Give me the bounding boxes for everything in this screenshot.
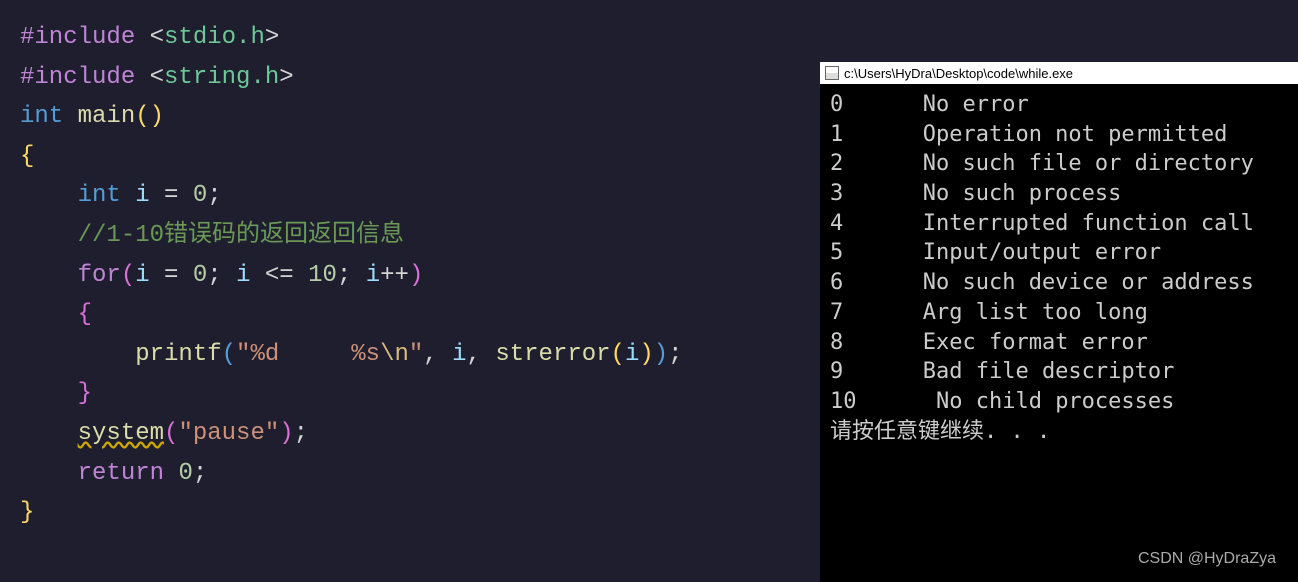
function-printf: printf: [135, 341, 221, 368]
code-line-2: #include <string.h>: [20, 58, 800, 98]
keyword-int: int: [78, 182, 136, 209]
close-brace: }: [20, 499, 34, 526]
comment: //1-10错误码的返回返回信息: [78, 222, 404, 249]
watermark: CSDN @HyDraZya: [1138, 550, 1276, 568]
include-path: stdio.h: [164, 24, 265, 51]
open-brace: {: [20, 143, 34, 170]
code-line-5: int i = 0;: [20, 176, 800, 216]
console-title: c:\Users\HyDra\Desktop\code\while.exe: [844, 66, 1073, 81]
console-row: 1 Operation not permitted: [830, 120, 1288, 150]
console-row: 0 No error: [830, 90, 1288, 120]
keyword-for: for: [78, 262, 121, 289]
close-brace: }: [78, 380, 92, 407]
code-line-11: system("pause");: [20, 414, 800, 454]
console-row: 2 No such file or directory: [830, 149, 1288, 179]
code-editor[interactable]: #include <stdio.h> #include <string.h> i…: [0, 0, 820, 582]
console-icon: [825, 66, 839, 80]
function-strerror: strerror: [495, 341, 610, 368]
console-pause: 请按任意键继续. . .: [830, 417, 1288, 447]
console-row: 4 Interrupted function call: [830, 209, 1288, 239]
preprocessor-directive: #include: [20, 24, 150, 51]
preprocessor-directive: #include: [20, 64, 150, 91]
code-line-6: //1-10错误码的返回返回信息: [20, 216, 800, 256]
code-line-3: int main(): [20, 97, 800, 137]
console-row: 10 No child processes: [830, 387, 1288, 417]
function-main: main: [78, 103, 136, 130]
function-system: system: [78, 420, 164, 447]
code-line-7: for(i = 0; i <= 10; i++): [20, 256, 800, 296]
console-row: 5 Input/output error: [830, 238, 1288, 268]
code-line-1: #include <stdio.h>: [20, 18, 800, 58]
code-line-10: }: [20, 374, 800, 414]
code-line-8: {: [20, 295, 800, 335]
console-row: 7 Arg list too long: [830, 298, 1288, 328]
open-brace: {: [78, 301, 92, 328]
console-row: 3 No such process: [830, 179, 1288, 209]
include-path: string.h: [164, 64, 279, 91]
code-line-4: {: [20, 137, 800, 177]
keyword-return: return: [78, 460, 179, 487]
console-row: 8 Exec format error: [830, 328, 1288, 358]
code-line-12: return 0;: [20, 454, 800, 494]
console-window[interactable]: c:\Users\HyDra\Desktop\code\while.exe 0 …: [820, 62, 1298, 582]
code-line-13: }: [20, 493, 800, 533]
console-output: 0 No error 1 Operation not permitted 2 N…: [820, 84, 1298, 452]
console-row: 9 Bad file descriptor: [830, 357, 1288, 387]
console-titlebar[interactable]: c:\Users\HyDra\Desktop\code\while.exe: [820, 62, 1298, 84]
keyword-int: int: [20, 103, 78, 130]
console-row: 6 No such device or address: [830, 268, 1288, 298]
code-line-9: printf("%d %s\n", i, strerror(i));: [20, 335, 800, 375]
